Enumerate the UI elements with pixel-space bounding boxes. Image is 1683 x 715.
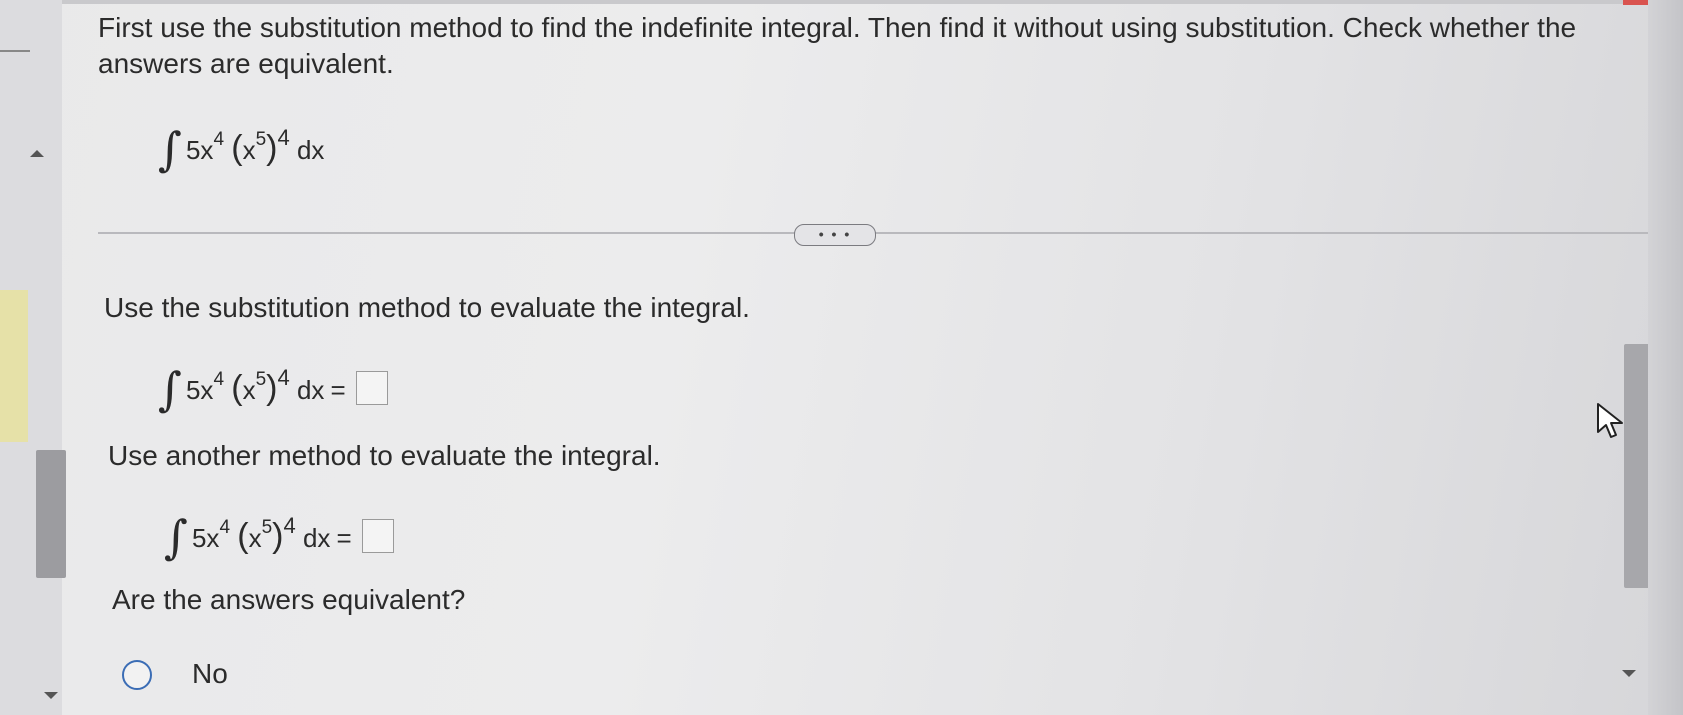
integrand-coef: 5x	[185, 135, 214, 165]
differential: dx	[296, 375, 325, 405]
paren-exponent: 5	[255, 129, 267, 151]
left-scroll-up-icon[interactable]	[30, 150, 44, 157]
equals-sign: =	[336, 523, 352, 553]
integral-sign: ∫	[158, 122, 182, 176]
paren-close: )	[266, 129, 278, 167]
integrand-exponent: 4	[219, 517, 231, 539]
option-no-label: No	[192, 658, 228, 689]
left-panel-highlight	[0, 290, 28, 442]
paren-base: x	[242, 135, 256, 165]
expand-button[interactable]: • • •	[794, 224, 876, 246]
integral-sign: ∫	[164, 510, 188, 564]
differential: dx	[302, 523, 331, 553]
left-panel	[0, 0, 66, 715]
section-divider	[98, 232, 1658, 234]
paren-exponent: 5	[255, 369, 267, 391]
integral-expression: ∫ 5x4 (x5)4 dx	[158, 116, 325, 176]
left-scroll-down-icon[interactable]	[44, 692, 58, 699]
another-method-answer-input[interactable]	[361, 519, 394, 554]
another-method-prompt: Use another method to evaluate the integ…	[108, 440, 661, 471]
paren-base: x	[248, 523, 262, 553]
substitution-integral: ∫ 5x4 (x5)4 dx =	[158, 356, 388, 416]
left-panel-dash	[0, 50, 30, 52]
substitution-prompt: Use the substitution method to evaluate …	[104, 292, 750, 323]
integrand-coef: 5x	[185, 375, 214, 405]
right-scroll-down-icon[interactable]	[1622, 670, 1636, 677]
paren-open: (	[231, 369, 243, 407]
paren-close: )	[266, 369, 278, 407]
equivalent-prompt: Are the answers equivalent?	[112, 584, 466, 615]
right-edge-panel	[1648, 0, 1683, 715]
radio-no[interactable]	[122, 660, 152, 690]
paren-base: x	[242, 375, 256, 405]
substitution-answer-input[interactable]	[355, 371, 388, 406]
paren-open: (	[231, 129, 243, 167]
outer-exponent: 4	[283, 513, 296, 538]
question-content: First use the substitution method to fin…	[62, 0, 1683, 715]
question-intro: First use the substitution method to fin…	[98, 12, 1577, 79]
integrand-exponent: 4	[213, 369, 225, 391]
integrand-coef: 5x	[191, 523, 220, 553]
outer-exponent: 4	[277, 125, 290, 150]
integral-sign: ∫	[158, 362, 182, 416]
differential: dx	[296, 135, 325, 165]
equals-sign: =	[330, 375, 346, 405]
integrand-exponent: 4	[213, 129, 225, 151]
outer-exponent: 4	[277, 365, 290, 390]
paren-open: (	[237, 517, 249, 555]
paren-exponent: 5	[261, 517, 273, 539]
another-method-integral: ∫ 5x4 (x5)4 dx =	[164, 504, 394, 564]
paren-close: )	[272, 517, 284, 555]
